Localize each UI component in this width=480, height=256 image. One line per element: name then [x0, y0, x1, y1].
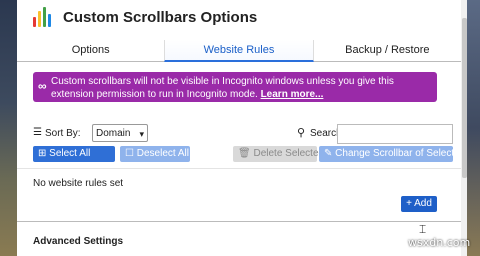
- desktop-background: [466, 0, 480, 256]
- tab-bar: Options Website Rules Backup / Restore: [17, 40, 461, 62]
- select-all-label: Select All: [49, 148, 91, 159]
- select-all-button[interactable]: ⊞ Select All: [33, 146, 115, 162]
- page-scrollbar[interactable]: [461, 0, 467, 256]
- delete-selected-button[interactable]: 🗑 Delete Selected: [233, 146, 324, 162]
- app-logo-icon: [33, 7, 55, 27]
- divider: [17, 168, 461, 169]
- empty-rules-message: No website rules set: [33, 178, 124, 189]
- page-title: Custom Scrollbars Options: [63, 8, 258, 26]
- notice-text: Custom scrollbars will not be visible in…: [51, 75, 435, 101]
- deselect-all-label: Deselect All: [136, 148, 189, 159]
- options-window: Custom Scrollbars Options Options Websit…: [17, 0, 467, 256]
- filter-row: ☰ Sort By: Domain ▾ ⚲ Search:: [33, 124, 453, 144]
- tab-backup-restore[interactable]: Backup / Restore: [313, 40, 461, 62]
- incognito-notice: ∞ Custom scrollbars will not be visible …: [33, 72, 437, 102]
- scrollbar-thumb[interactable]: [462, 18, 467, 178]
- mouse-cursor-icon: ⌶: [419, 222, 427, 236]
- section-divider: [17, 221, 461, 222]
- select-all-icon: ⊞: [38, 148, 47, 159]
- delete-selected-label: Delete Selected: [253, 148, 325, 159]
- change-scrollbar-label: Change Scrollbar of Selected: [335, 148, 466, 159]
- tab-options[interactable]: Options: [17, 40, 165, 62]
- search-input[interactable]: [337, 124, 453, 144]
- bulk-action-row: ⊞ Select All ☐ Deselect All 🗑 Delete Sel…: [33, 146, 465, 162]
- advanced-settings-heading: Advanced Settings: [33, 236, 124, 247]
- tab-website-rules[interactable]: Website Rules: [164, 40, 314, 62]
- trash-icon: 🗑: [238, 148, 251, 159]
- notice-message: Custom scrollbars will not be visible in…: [51, 76, 394, 100]
- learn-more-link[interactable]: Learn more...: [261, 89, 324, 100]
- deselect-all-button[interactable]: ☐ Deselect All: [120, 146, 190, 162]
- pencil-icon: ✎: [324, 148, 333, 159]
- plus-icon: +: [406, 198, 412, 209]
- sort-by-value: Domain: [96, 128, 131, 139]
- deselect-all-icon: ☐: [125, 148, 134, 159]
- incognito-icon: ∞: [38, 79, 47, 93]
- change-scrollbar-button[interactable]: ✎ Change Scrollbar of Selected: [319, 146, 465, 162]
- add-label: Add: [414, 198, 432, 209]
- sort-icon: ☰: [33, 127, 42, 138]
- sort-label: Sort By:: [45, 128, 81, 139]
- search-icon: ⚲: [297, 127, 306, 139]
- add-rule-button[interactable]: + Add: [401, 196, 437, 212]
- chevron-down-icon: ▾: [139, 129, 144, 139]
- watermark: wsxdn.com: [408, 236, 471, 249]
- sort-by-select[interactable]: Domain ▾: [92, 124, 148, 142]
- header: Custom Scrollbars Options: [33, 6, 257, 28]
